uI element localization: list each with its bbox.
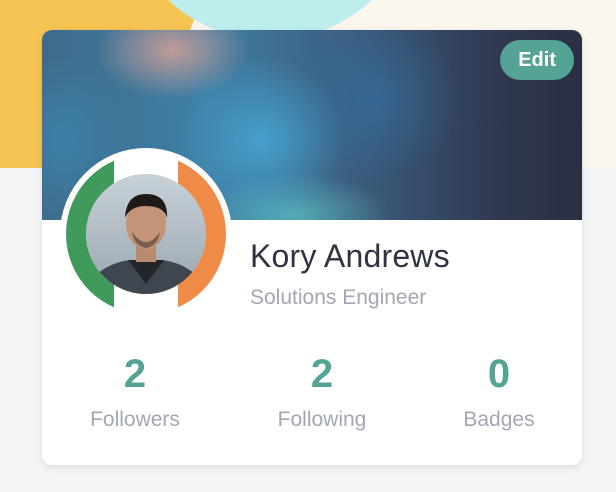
stat-value: 0 xyxy=(487,352,511,396)
stat-following[interactable]: 2 Following xyxy=(232,348,412,432)
stat-badges[interactable]: 0 Badges xyxy=(409,348,589,432)
profile-name: Kory Andrews xyxy=(250,238,450,274)
avatar-ring xyxy=(66,154,226,314)
avatar[interactable] xyxy=(60,148,232,320)
stat-followers[interactable]: 2 Followers xyxy=(45,348,225,432)
profile-stats: 2 Followers 2 Following 0 Badges xyxy=(42,348,582,458)
edit-button[interactable]: Edit xyxy=(500,40,574,80)
stat-label: Followers xyxy=(90,408,180,431)
stat-value: 2 xyxy=(310,352,334,396)
profile-card: Edit Kory Andrews Solutions Engineer 2 F… xyxy=(42,30,582,465)
stat-value: 2 xyxy=(123,352,147,396)
profile-photo xyxy=(86,174,206,294)
stat-label: Badges xyxy=(463,408,535,431)
stat-label: Following xyxy=(277,408,367,431)
profile-job-title: Solutions Engineer xyxy=(250,286,427,309)
